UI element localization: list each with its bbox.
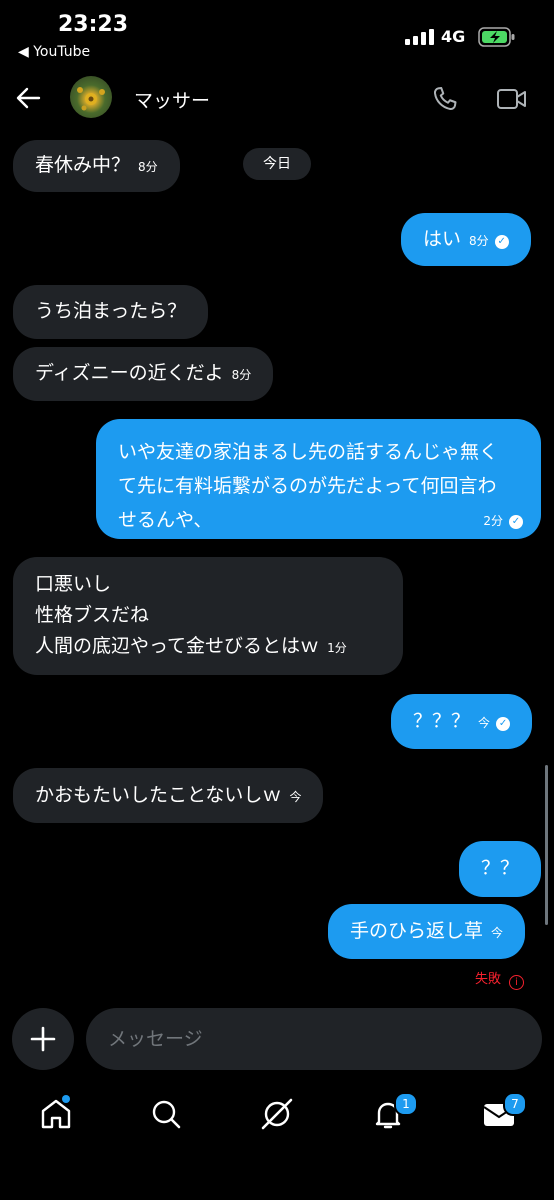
contact-name[interactable]: マッサー — [134, 86, 210, 113]
info-icon[interactable]: i — [509, 975, 524, 990]
message-text: かおもたいしたことないしｗ — [35, 784, 282, 806]
message-timestamp: 今 — [289, 790, 302, 804]
message-timestamp: 8分 — [469, 234, 489, 248]
scrollbar[interactable] — [545, 765, 548, 925]
read-check-icon: ✓ — [496, 717, 511, 731]
message-bubble-outgoing[interactable]: ？？ — [459, 841, 542, 897]
status-time: 23:23 — [58, 12, 129, 37]
send-failed-indicator[interactable]: 失敗 i — [475, 968, 524, 990]
nav-home[interactable] — [36, 1094, 76, 1134]
message-timestamp: 2分 — [483, 514, 503, 528]
avatar[interactable] — [70, 76, 112, 118]
message-bubble-incoming[interactable]: 春休み中？ 8分 — [13, 140, 180, 192]
back-arrow-icon[interactable] — [14, 84, 42, 116]
send-failed-label: 失敗 — [474, 972, 501, 987]
message-text: ？？？ — [413, 710, 471, 732]
message-text: ディズニーの近くだよ — [35, 362, 224, 384]
message-text: うち泊まったら？ — [35, 300, 187, 322]
message-line: 性格ブスだね — [35, 604, 150, 626]
battery-icon — [478, 26, 516, 52]
message-bubble-incoming[interactable]: ディズニーの近くだよ 8分 — [13, 347, 274, 401]
add-media-button[interactable] — [12, 1008, 74, 1070]
message-bubble-incoming[interactable]: 口悪いし 性格ブスだね 人間の底辺やって金せびるとはｗ 1分 — [13, 557, 403, 675]
grok-icon — [261, 1098, 293, 1130]
video-call-icon[interactable] — [496, 86, 528, 116]
message-text: はい — [423, 228, 462, 250]
home-icon — [41, 1099, 71, 1129]
message-bubble-outgoing[interactable]: はい 8分 ✓ — [401, 213, 531, 266]
nav-search[interactable] — [146, 1094, 186, 1134]
message-text: 春休み中？ — [35, 154, 131, 176]
message-text: 手のひら返し草 — [350, 920, 484, 942]
date-divider: 今日 — [243, 148, 311, 180]
search-icon — [152, 1100, 181, 1129]
message-timestamp: 8分 — [138, 160, 158, 174]
read-check-icon: ✓ — [494, 235, 509, 249]
back-to-app-link[interactable]: ◀ YouTube — [18, 44, 90, 60]
nav-grok[interactable] — [257, 1094, 297, 1134]
read-check-icon: ✓ — [509, 515, 523, 529]
messages-badge: 7 — [503, 1092, 527, 1116]
message-input[interactable] — [86, 1008, 542, 1070]
message-text: いや友達の家泊まるし先の話するんじゃ無くて先に有料垢繋がるのが先だよって何回言わ… — [118, 441, 499, 531]
message-bubble-incoming[interactable]: かおもたいしたことないしｗ 今 — [13, 768, 324, 823]
nav-notifications[interactable]: 1 — [368, 1092, 418, 1134]
message-line: 人間の底辺やって金せびるとはｗ — [35, 635, 320, 657]
message-timestamp: 1分 — [327, 641, 347, 655]
message-bubble-outgoing[interactable]: いや友達の家泊まるし先の話するんじゃ無くて先に有料垢繋がるのが先だよって何回言わ… — [96, 419, 541, 539]
message-timestamp: 今 — [491, 926, 504, 940]
signal-icon — [405, 29, 435, 49]
message-line: 口悪いし — [35, 573, 112, 595]
home-unread-dot — [62, 1095, 70, 1103]
message-timestamp: 今 — [478, 716, 491, 730]
network-type: 4G — [441, 27, 466, 46]
message-bubble-outgoing[interactable]: 手のひら返し草今 — [328, 904, 526, 959]
message-text: ？？ — [481, 857, 520, 879]
message-bubble-incoming[interactable]: うち泊まったら？ — [13, 285, 209, 339]
message-timestamp: 8分 — [231, 368, 252, 382]
message-bubble-outgoing[interactable]: ？？？ 今 ✓ — [391, 694, 533, 749]
nav-messages[interactable]: 7 — [479, 1092, 527, 1134]
phone-icon[interactable] — [430, 84, 460, 118]
notifications-badge: 1 — [394, 1092, 418, 1116]
plus-icon — [30, 1026, 56, 1052]
